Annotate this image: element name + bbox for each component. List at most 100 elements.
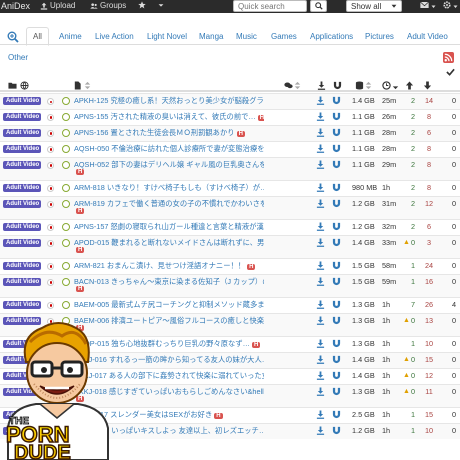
torrent-title-link[interactable]: ARM-821 おまんこ漬け、見せつけ淫語オナニー！！ H [74,261,264,271]
download-icon[interactable] [316,371,325,382]
table-row: Adult Video APNS-155 汚された精液の臭いは消えて、彼氏の前で…… [0,108,460,125]
zoom-toggle[interactable] [7,31,19,45]
torrent-title-link[interactable]: APKH-125 究極の癒し系！天然おっとり美少女が脳殺グラ・H [74,96,264,106]
search-button[interactable] [310,0,327,12]
torrent-title-text: ARM-819 カフェで働く普通の女の子の不慣れでかわいさを… [74,198,264,208]
download-column-header [317,80,326,90]
magnet-icon[interactable] [332,277,341,288]
leechers-column-header[interactable] [423,80,432,90]
magnet-icon[interactable] [332,199,341,210]
download-icon[interactable] [316,238,325,249]
more-dropdown[interactable] [157,1,165,9]
tab-anime[interactable]: Anime [59,32,82,41]
download-icon[interactable] [316,144,325,155]
favorites-link[interactable] [138,1,146,9]
download-icon[interactable] [316,128,325,139]
magnet-icon[interactable] [332,222,341,233]
magnet-icon[interactable] [332,261,341,272]
category-column-header[interactable] [8,80,29,90]
category-badge[interactable]: Adult Video [3,222,41,231]
magnet-icon[interactable] [332,160,341,171]
magnet-icon[interactable] [332,426,341,437]
download-icon[interactable] [316,199,325,210]
hentai-label: H [76,207,85,214]
magnet-icon[interactable] [332,96,341,107]
size-column-header[interactable] [355,80,373,90]
magnet-icon[interactable] [332,371,341,382]
title-column-header[interactable] [73,80,92,90]
seeders-value: 2 [410,96,415,105]
seeders-value: 0 [410,370,415,380]
tab-other[interactable]: Other [8,53,28,62]
magnet-icon[interactable] [332,339,341,350]
download-icon[interactable] [316,222,325,233]
magnet-icon[interactable] [332,183,341,194]
download-icon[interactable] [316,339,325,350]
upload-link[interactable]: Upload [40,1,75,10]
download-icon[interactable] [316,277,325,288]
category-badge[interactable]: Adult Video [3,261,41,270]
category-badge[interactable]: Adult Video [3,300,41,309]
magnet-icon[interactable] [332,316,341,327]
filter-select[interactable]: Show all [346,0,402,12]
sort-icon [365,81,372,89]
torrent-title-link[interactable]: APNS-157 怒劇の寝取られ山ガール種違と言葉と精液が漢…H [74,222,264,232]
torrent-title-link[interactable]: APNS-156 置とされた生徒会長ＭＯ刑罰観あかり H [74,128,264,138]
download-icon[interactable] [316,426,325,437]
magnet-icon[interactable] [332,128,341,139]
torrent-title-link[interactable]: BAEM-005 最新式ムチ尻コーチングと抑制メソッド蔵多まおH [74,300,264,310]
download-icon[interactable] [316,387,325,398]
category-badge[interactable]: Adult Video [3,277,41,286]
category-badge[interactable]: Adult Video [3,183,41,192]
age-column-header[interactable] [382,80,400,90]
category-badge[interactable]: Adult Video [3,97,41,105]
torrent-title-link[interactable]: AQSH-050 不倫治療に訪れた個人診療所で妻が変態治療を…H [74,144,264,154]
download-icon[interactable] [316,160,325,171]
download-icon[interactable] [316,261,325,272]
download-icon[interactable] [316,410,325,421]
magnet-icon[interactable] [332,238,341,249]
brand-logo[interactable]: AniDex [1,1,30,11]
category-badge[interactable]: Adult Video [3,128,41,137]
torrent-title-link[interactable]: ARM-818 いきなり！すけべ椅子もしも（すけべ椅子）が…H [74,183,264,193]
tab-light-novel[interactable]: Light Novel [147,32,187,41]
rss-icon[interactable] [443,52,454,63]
settings-dropdown[interactable] [443,1,458,11]
magnet-icon[interactable] [332,300,341,311]
download-icon[interactable] [316,355,325,366]
tab-applications[interactable]: Applications [310,32,353,41]
tab-pictures[interactable]: Pictures [365,32,394,41]
download-icon[interactable] [316,300,325,311]
download-icon[interactable] [316,112,325,123]
torrent-title-link[interactable]: ARM-819 カフェで働く普通の女の子の不慣れでかわいさを… [74,199,264,209]
torrent-title-link[interactable]: APNS-155 汚された精液の臭いは消えて、彼氏の前で… H [74,112,264,122]
quick-search-input[interactable] [233,0,307,12]
seeders-column-header[interactable] [405,80,414,90]
seeders-value: 2 [410,111,415,121]
magnet-icon[interactable] [332,410,341,421]
magnet-icon[interactable] [332,355,341,366]
category-badge[interactable]: Adult Video [3,160,41,169]
tab-adult-video[interactable]: Adult Video [407,32,448,41]
database-icon [355,80,364,90]
category-badge[interactable]: Adult Video [3,112,41,121]
tab-live-action[interactable]: Live Action [95,32,134,41]
tab-manga[interactable]: Manga [199,32,223,41]
category-badge[interactable]: Adult Video [3,199,41,208]
messages-dropdown[interactable] [419,1,436,11]
category-badge[interactable]: Adult Video [3,238,41,247]
category-badge[interactable]: Adult Video [3,144,41,153]
download-icon[interactable] [316,183,325,194]
magnet-icon[interactable] [332,144,341,155]
tab-music[interactable]: Music [236,32,257,41]
torrent-title-link[interactable]: APOD-015 鞭まれると断れないメイドさんは断れずに、男… [74,238,264,248]
download-icon[interactable] [316,316,325,327]
tab-games[interactable]: Games [271,32,297,41]
groups-link[interactable]: Groups [90,1,126,10]
porn-dude-overlay[interactable]: THE PORN DUDE [0,318,118,460]
magnet-icon[interactable] [332,112,341,123]
torrent-title-link[interactable]: AQSH-052 部下の妻はデリヘル嬢 ギャル風の巨乳奥さんを… [74,160,264,170]
torrent-title-link[interactable]: BACN-013 きっちゃん〜東京に染まる佐知子（J カップ）の… [74,277,264,287]
magnet-icon[interactable] [332,387,341,398]
download-icon[interactable] [316,96,325,107]
